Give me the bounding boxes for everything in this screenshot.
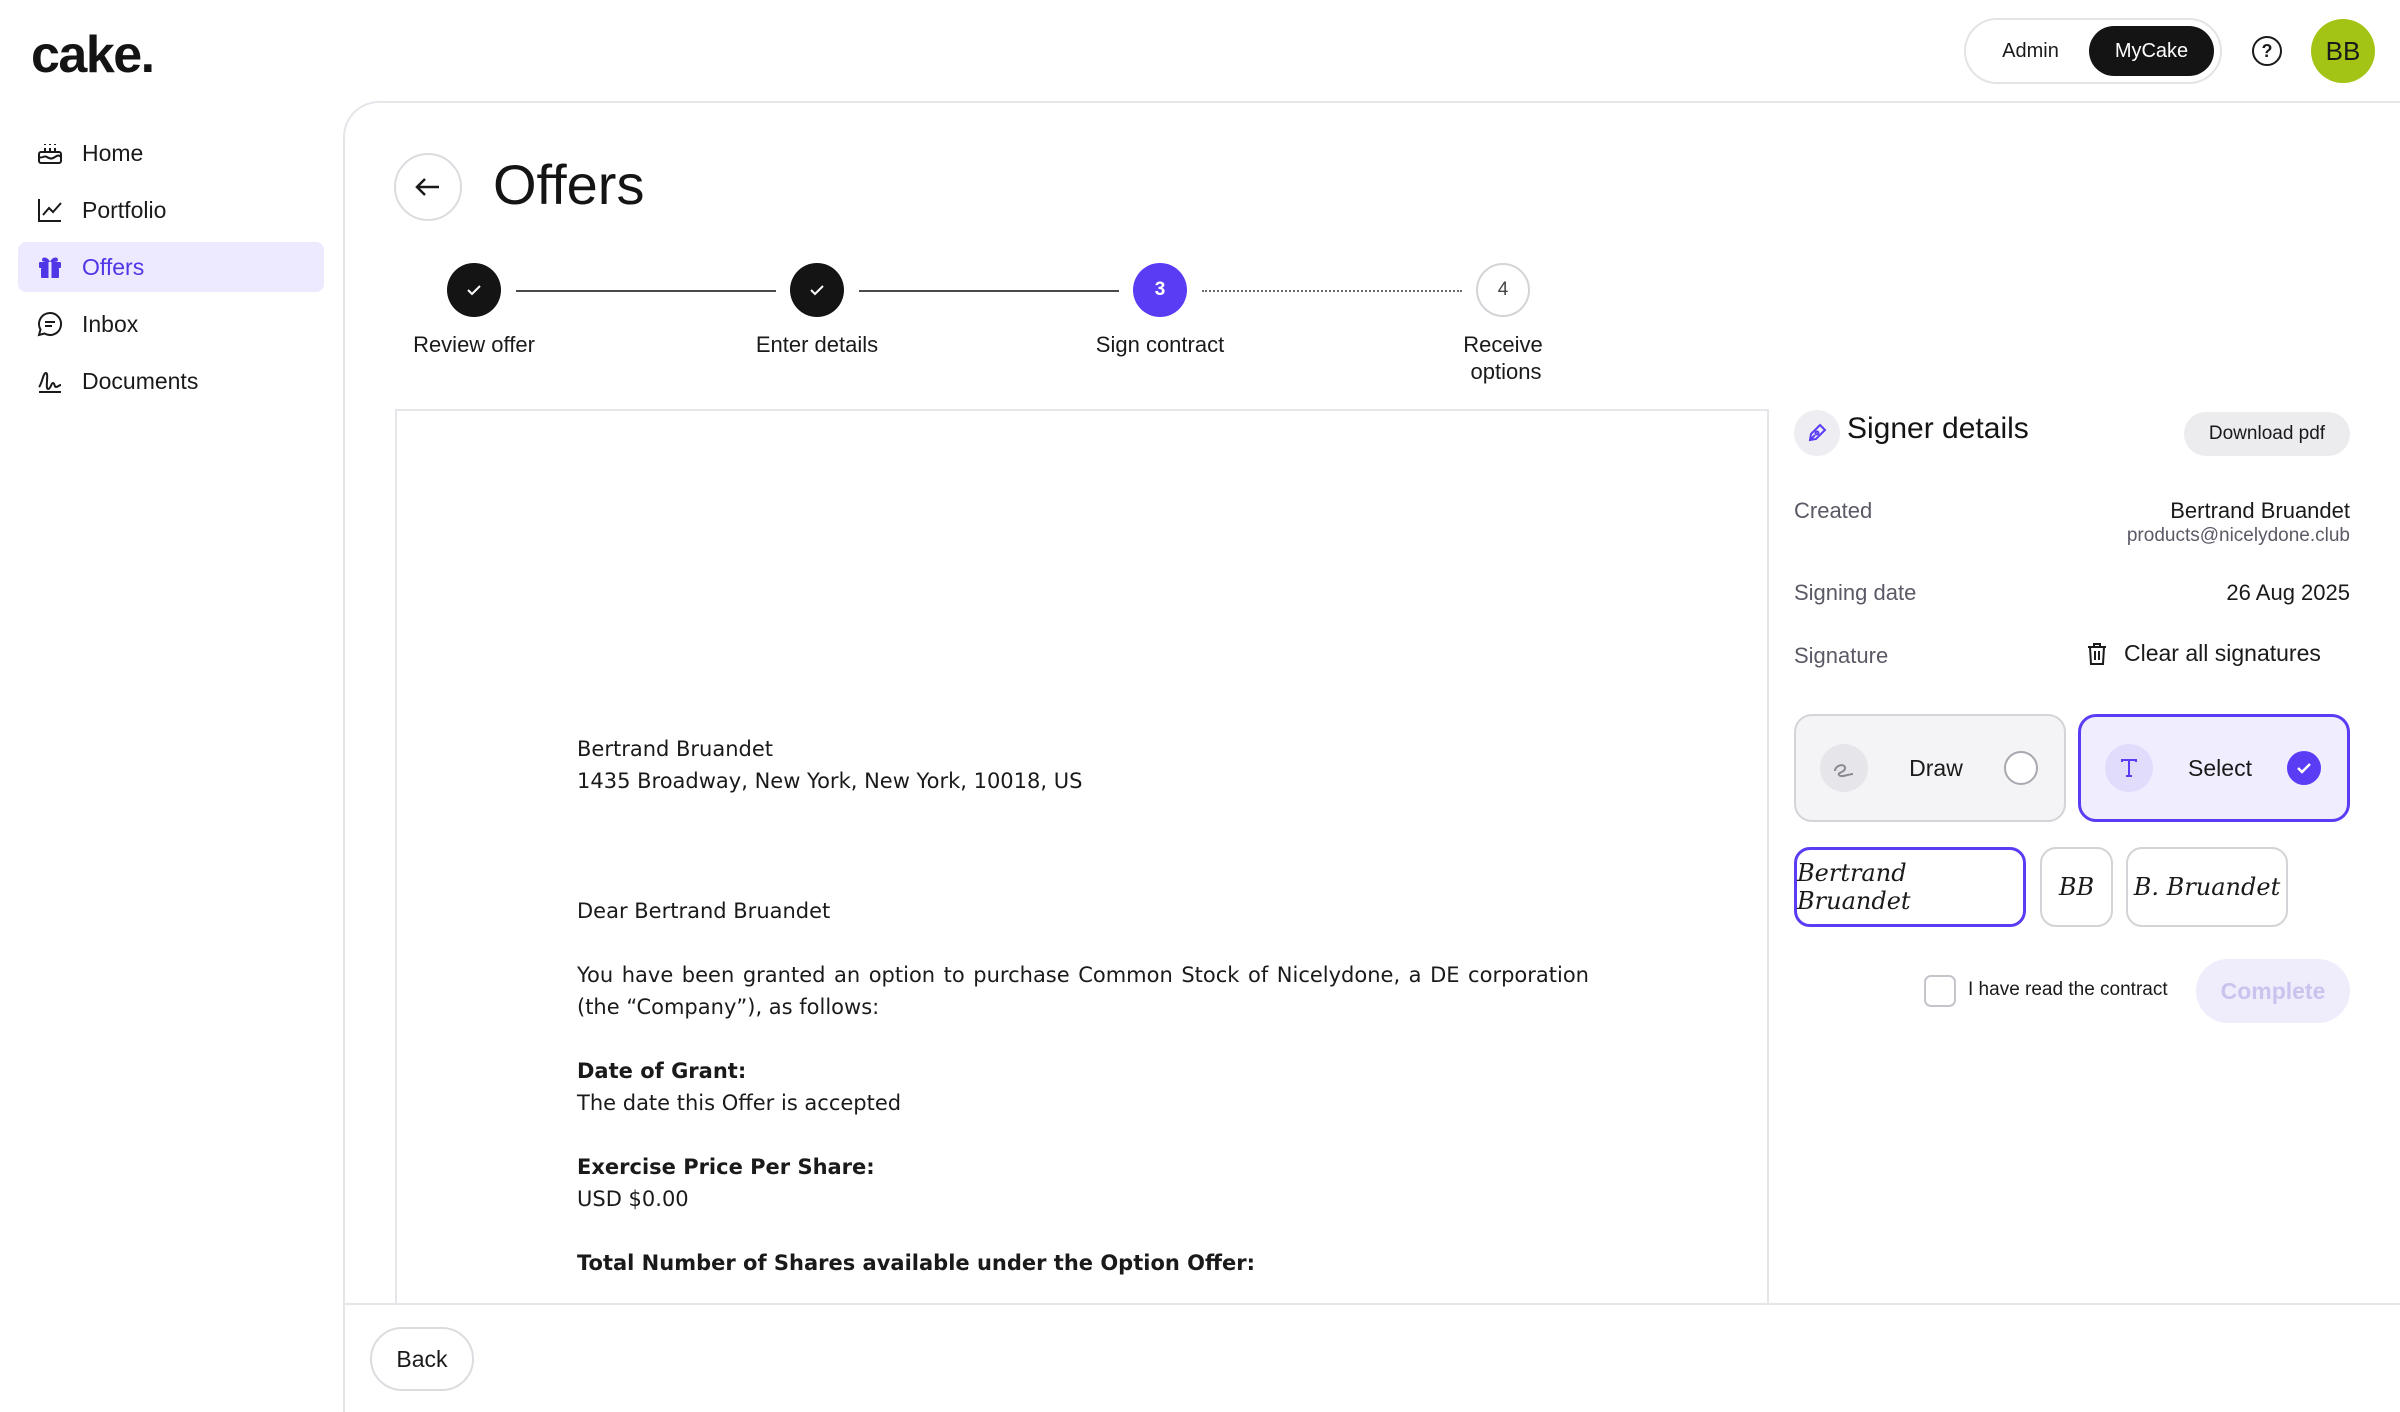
created-name: Bertrand Bruandet xyxy=(2170,498,2350,523)
clear-signatures-label: Clear all signatures xyxy=(2124,640,2321,666)
sidebar-item-portfolio[interactable]: Portfolio xyxy=(18,185,324,235)
check-icon xyxy=(467,285,481,296)
back-button[interactable]: Back xyxy=(370,1327,474,1391)
step-connector xyxy=(859,290,1119,292)
step-1-label: Review offer xyxy=(413,332,535,357)
chart-line-icon xyxy=(34,194,66,226)
draw-mode-label: Draw xyxy=(1909,754,1963,781)
step-4-circle[interactable]: 4 xyxy=(1476,263,1530,317)
read-contract-checkbox[interactable] xyxy=(1924,975,1956,1007)
cake-logo[interactable]: cake. xyxy=(31,25,155,85)
exercise-price-label: Exercise Price Per Share: xyxy=(577,1155,875,1179)
exercise-price-value: USD $0.00 xyxy=(577,1187,689,1211)
step-3-label: Sign contract xyxy=(1095,332,1225,357)
question-circle-icon[interactable]: ? xyxy=(2252,36,2282,66)
contract-document[interactable]: Bertrand Bruandet 1435 Broadway, New Yor… xyxy=(395,409,1769,1309)
select-mode-radio[interactable] xyxy=(2287,751,2321,785)
pen-icon xyxy=(1794,410,1840,456)
salutation: Dear Bertrand Bruandet xyxy=(577,899,831,923)
sidebar-item-label: Portfolio xyxy=(82,196,167,223)
role-admin-button[interactable]: Admin xyxy=(1972,26,2089,76)
select-mode-label: Select xyxy=(2188,754,2252,781)
back-arrow-button[interactable] xyxy=(394,153,462,221)
text-type-icon xyxy=(2105,744,2153,792)
step-2-circle[interactable] xyxy=(790,263,844,317)
sidebar-item-documents[interactable]: Documents xyxy=(18,356,324,406)
step-4-label: Receive options xyxy=(1463,332,1543,384)
sidebar-item-offers[interactable]: Offers xyxy=(18,242,324,292)
signature-icon xyxy=(34,365,66,397)
sidebar-item-label: Home xyxy=(82,139,144,166)
sidebar-item-home[interactable]: Home xyxy=(18,128,324,178)
signature-option-short[interactable]: B. Bruandet xyxy=(2126,847,2288,927)
total-shares-label: Total Number of Shares available under t… xyxy=(577,1251,1255,1275)
intro-paragraph: You have been granted an option to purch… xyxy=(577,963,1589,1019)
check-icon xyxy=(810,285,824,296)
draw-squiggle-icon xyxy=(1820,744,1868,792)
signature-option-initials[interactable]: BB xyxy=(2040,847,2113,927)
recipient-name: Bertrand Bruandet xyxy=(577,737,774,761)
signature-label: Signature xyxy=(1794,643,1889,668)
download-pdf-button[interactable]: Download pdf xyxy=(2184,412,2350,456)
step-2-label: Enter details xyxy=(755,332,879,357)
draw-mode-radio[interactable] xyxy=(2004,751,2038,785)
cake-icon xyxy=(34,137,66,169)
bottom-action-bar xyxy=(345,1303,2400,1412)
contract-body: Bertrand Bruandet 1435 Broadway, New Yor… xyxy=(577,733,1589,1279)
trash-icon xyxy=(2088,642,2106,665)
sidebar-item-inbox[interactable]: Inbox xyxy=(18,299,324,349)
date-of-grant-label: Date of Grant: xyxy=(577,1059,747,1083)
date-of-grant-value: The date this Offer is accepted xyxy=(577,1091,902,1115)
clear-signatures-button[interactable]: Clear all signatures xyxy=(2086,640,2321,667)
avatar[interactable]: BB xyxy=(2311,19,2375,83)
sidebar-item-label: Documents xyxy=(82,367,199,394)
read-contract-label: I have read the contract xyxy=(1968,979,2168,1000)
signer-details-title: Signer details xyxy=(1847,412,2029,445)
complete-button[interactable]: Complete xyxy=(2196,959,2350,1023)
chat-bubble-icon xyxy=(34,308,66,340)
arrow-left-icon xyxy=(415,178,439,196)
created-email: products@nicelydone.club xyxy=(2126,525,2350,546)
signing-date-value: 26 Aug 2025 xyxy=(2226,580,2350,605)
page-title: Offers xyxy=(493,153,645,216)
gift-icon xyxy=(34,251,66,283)
draw-mode-card[interactable]: Draw xyxy=(1794,714,2066,822)
sidebar-item-label: Inbox xyxy=(82,310,139,337)
signature-option-full[interactable]: Bertrand Bruandet xyxy=(1794,847,2026,927)
step-connector xyxy=(1202,290,1462,292)
sidebar: Home Portfolio Offers Inbox Documents xyxy=(18,128,324,413)
step-connector xyxy=(516,290,776,292)
recipient-address: 1435 Broadway, New York, New York, 10018… xyxy=(577,769,1083,793)
check-icon xyxy=(2297,763,2311,774)
role-mycake-button[interactable]: MyCake xyxy=(2089,26,2214,76)
select-mode-card[interactable]: Select xyxy=(2078,714,2350,822)
created-label: Created xyxy=(1794,498,1873,523)
role-toggle: Admin MyCake xyxy=(1964,18,2222,84)
step-3-circle[interactable]: 3 xyxy=(1133,263,1187,317)
signing-date-label: Signing date xyxy=(1794,580,1917,605)
step-1-circle[interactable] xyxy=(447,263,501,317)
sidebar-item-label: Offers xyxy=(82,253,145,280)
